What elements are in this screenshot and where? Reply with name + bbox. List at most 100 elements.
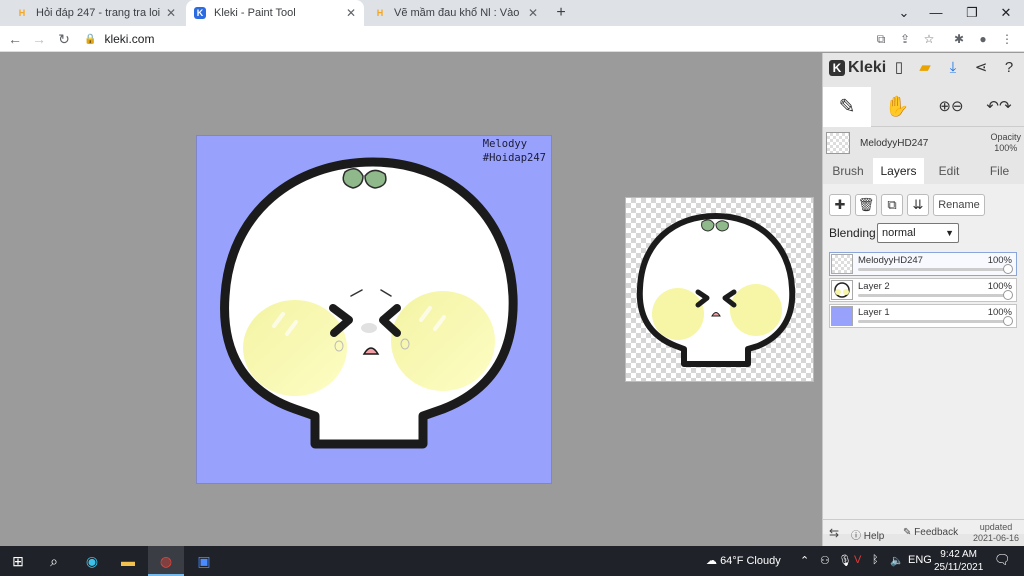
windows-start-icon[interactable]: ⊞ [0,546,36,576]
drawing-workspace[interactable]: Melodyy #Hoidap247 [0,53,822,546]
current-layer-opacity[interactable]: Opacity 100% [990,132,1021,154]
tab-title: Hỏi đáp 247 - trang tra loi [36,7,160,19]
translate-icon[interactable]: ⧉ [872,30,890,48]
maximize-button[interactable]: ❐ [962,4,982,22]
updated-info[interactable]: updated 2021-06-16 [973,522,1019,544]
signature-line-1: Melodyy [482,138,528,150]
tab-layers[interactable]: Layers [873,158,924,184]
open-folder-icon[interactable]: ▰ [915,58,935,78]
main-canvas[interactable]: Melodyy #Hoidap247 [196,135,552,484]
left-blush [243,300,347,396]
add-layer-icon[interactable]: ✚ [829,194,851,216]
extensions-puzzle-icon[interactable]: ✱ [950,30,968,48]
skull-drawing [220,157,518,449]
feedback-icon: ✎ [903,527,915,538]
zoom-app-icon[interactable]: ▣ [186,546,222,576]
updated-label: updated [979,522,1013,532]
download-icon[interactable]: ⤓ [943,58,963,78]
swap-side-icon[interactable]: ⇆ [829,526,839,540]
notifications-icon[interactable]: 🗨 [994,552,1011,568]
layer-item[interactable]: MelodyyHD247 100% [829,252,1017,276]
help-circle-icon[interactable]: ? [999,58,1019,78]
layer-item[interactable]: Layer 2 100% [829,278,1017,302]
layer-opacity-slider[interactable] [858,320,1006,323]
bookmark-star-icon[interactable]: ☆ [920,30,938,48]
share-icon[interactable]: ⇪ [896,30,914,48]
share-icon[interactable]: ⋖ [971,58,991,78]
vpn-icon[interactable]: V [854,554,861,566]
profile-avatar-icon[interactable]: ● [974,30,992,48]
merge-down-icon[interactable]: ⇊ [907,194,929,216]
chevron-down-icon: ▼ [945,228,954,238]
layer-preview-canvas [625,197,814,382]
skull-preview-drawing [636,213,796,367]
blending-select[interactable]: normal ▼ [877,223,959,243]
address-bar[interactable]: 🔒 kleki.com [84,29,864,49]
hand-tool-icon[interactable]: ✋ [873,87,921,127]
layer-thumbnail [831,254,853,274]
file-explorer-icon[interactable]: ▬ [110,546,146,576]
browser-toolbar: ← → ↻ 🔒 kleki.com ⧉ ⇪ ☆ ✱ ● ⋮ [0,26,1024,52]
layer-item[interactable]: Layer 1 100% [829,304,1017,328]
volume-icon[interactable]: 🔈 [890,554,904,567]
layer-opacity-slider[interactable] [858,294,1006,297]
feedback-button[interactable]: ✎ Feedback [903,527,958,538]
bluetooth-icon[interactable]: ᛒ [872,554,879,566]
tab-edit[interactable]: Edit [924,158,974,184]
hoidap-favicon-icon: H [376,8,384,18]
panel-footer: ⇆ ⓘ Help ✎ Feedback updated 2021-06-16 [823,519,1024,546]
kleki-logo-text: Kleki [848,59,887,76]
minimize-button[interactable]: — [926,4,946,22]
tab-file[interactable]: File [974,158,1024,184]
opacity-label: Opacity [990,132,1021,142]
feedback-label: Feedback [914,527,959,538]
chrome-icon[interactable]: ◍ [148,546,184,576]
help-circle-icon: ⓘ [851,531,864,542]
tab-hoidap[interactable]: H Hỏi đáp 247 - trang tra loi ✕ [8,0,184,26]
layer-opacity-slider[interactable] [858,268,1006,271]
clock[interactable]: 9:42 AM 25/11/2021 [934,548,983,574]
tool-row: ✎ ✋ ⊕⊖ ↶↷ [823,87,1024,127]
close-tab-icon[interactable]: ✕ [166,6,176,20]
slider-knob[interactable] [1003,316,1013,326]
weather-widget[interactable]: ☁ 64°F Cloudy [706,554,781,567]
microphone-icon[interactable]: 🎙 [838,554,852,567]
tab-kleki[interactable]: K Kleki - Paint Tool ✕ [186,0,364,26]
forward-arrow-icon[interactable]: → [30,30,48,48]
new-image-icon[interactable]: ▯ [889,58,909,78]
close-tab-icon[interactable]: ✕ [346,6,356,20]
language-indicator[interactable]: ENG [908,554,932,566]
tab-title: Vẽ mầm đau khổ Nl : Vào câu hỏi [394,7,522,19]
delete-layer-icon[interactable]: 🗑 [855,194,877,216]
reload-icon[interactable]: ↻ [55,30,73,48]
right-blush [391,291,495,391]
brush-tool-icon[interactable]: ✎ [823,87,871,127]
layer-name: Layer 2 [858,281,890,292]
layer-thumbnail [831,280,853,300]
slider-knob[interactable] [1003,264,1013,274]
rename-button[interactable]: Rename [933,194,985,216]
zoom-icon[interactable]: ⊕⊖ [927,87,975,127]
close-window-button[interactable]: ✕ [996,4,1016,22]
edge-icon[interactable]: ◉ [74,546,110,576]
search-icon[interactable]: ⌕ [36,546,72,576]
duplicate-layer-icon[interactable]: ⧉ [881,194,903,216]
tab-brush[interactable]: Brush [823,158,873,184]
lock-icon[interactable]: 🔒 [84,34,96,45]
tab-ve-mam[interactable]: H Vẽ mầm đau khổ Nl : Vào câu hỏi ✕ [366,0,546,26]
signature-line-2: #Hoidap247 [482,152,546,164]
chrome-menu-icon[interactable]: ⋮ [998,30,1016,48]
tab-search-button[interactable]: ⌄ [894,4,914,22]
help-button[interactable]: ⓘ Help [851,527,884,542]
undo-redo-icon[interactable]: ↶↷ [975,87,1023,127]
new-tab-button[interactable]: + [552,4,570,22]
kleki-favicon-icon: K [194,7,206,19]
clock-date: 25/11/2021 [934,562,984,573]
hoidap-favicon-icon: H [18,8,26,18]
back-arrow-icon[interactable]: ← [6,30,24,48]
tab-title: Kleki - Paint Tool [214,7,296,19]
people-icon[interactable]: ⚇ [820,554,830,567]
close-tab-icon[interactable]: ✕ [528,6,538,20]
tray-chevron-icon[interactable]: ⌃ [800,554,809,567]
slider-knob[interactable] [1003,290,1013,300]
